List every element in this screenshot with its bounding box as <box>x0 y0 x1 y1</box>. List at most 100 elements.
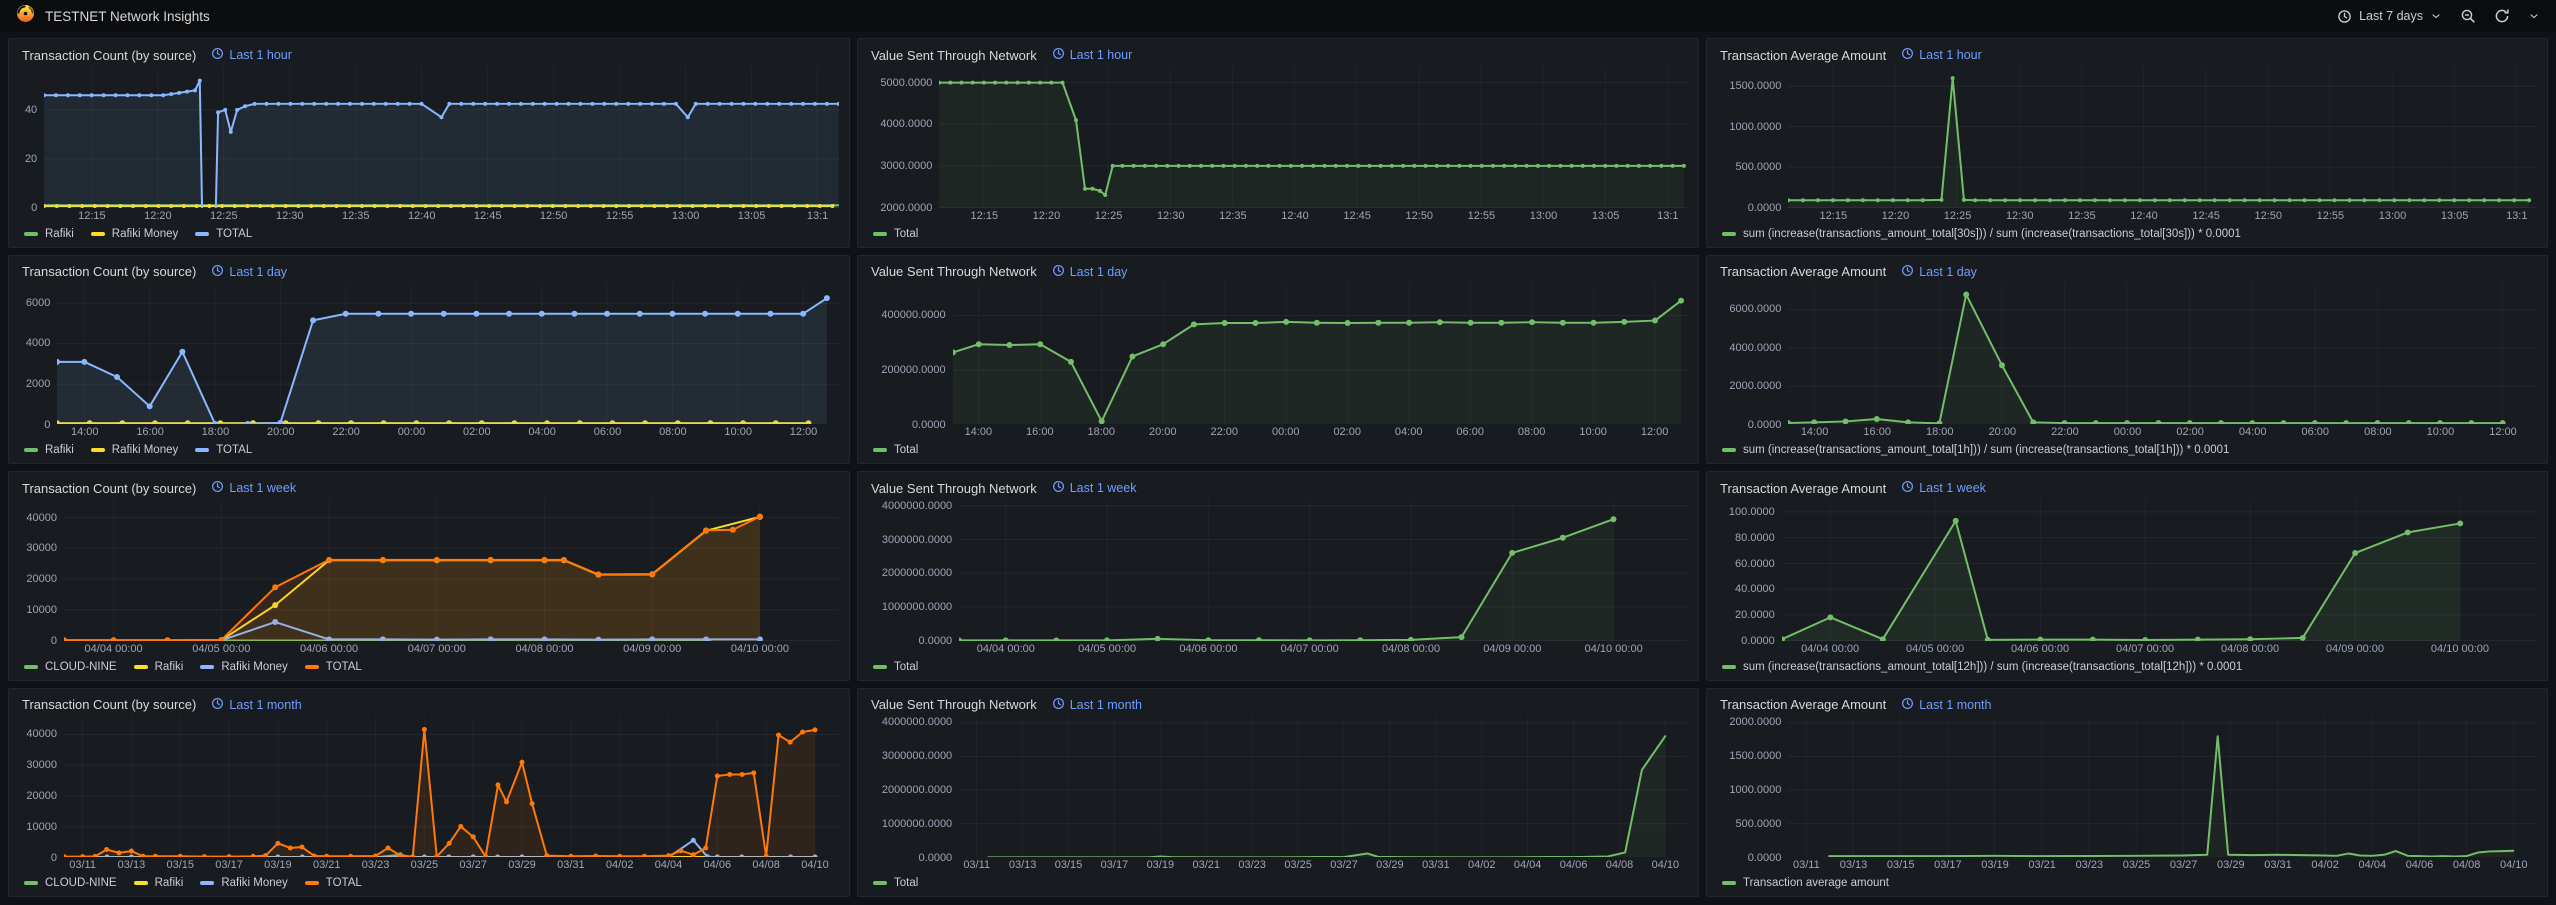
panel-title[interactable]: Transaction Average Amount <box>1720 481 1886 496</box>
y-axis: 400003000020000100000 <box>19 499 64 657</box>
x-axis: 14:0016:0018:0020:0022:0000:0002:0004:00… <box>1788 424 2537 440</box>
grafana-logo[interactable] <box>16 4 35 28</box>
time-range-picker[interactable]: Last 7 days <box>2337 9 2442 24</box>
legend-item[interactable]: Rafiki Money <box>200 661 287 673</box>
clock-icon <box>1901 480 1914 496</box>
clock-icon <box>1052 47 1065 63</box>
legend-item[interactable]: Rafiki <box>24 228 74 240</box>
panel-title[interactable]: Transaction Average Amount <box>1720 48 1886 63</box>
panel-title[interactable]: Transaction Count (by source) <box>22 481 196 496</box>
legend-swatch <box>1722 881 1736 885</box>
panel-title[interactable]: Value Sent Through Network <box>871 48 1037 63</box>
legend-item[interactable]: sum (increase(transactions_amount_total[… <box>1722 444 2229 456</box>
panel-title[interactable]: Transaction Count (by source) <box>22 264 196 279</box>
x-tick-label: 22:00 <box>1210 426 1238 438</box>
panel-header: Value Sent Through Network Last 1 hour <box>868 44 1688 66</box>
panel-time-label: Last 1 week <box>229 481 296 495</box>
x-tick-label: 12:00 <box>2489 426 2517 438</box>
time-series-chart[interactable] <box>64 716 839 858</box>
panel-title[interactable]: Value Sent Through Network <box>871 481 1037 496</box>
y-tick-label: 200000.0000 <box>881 364 945 376</box>
x-tick-label: 04/07 00:00 <box>1281 643 1339 655</box>
legend-item[interactable]: Rafiki Money <box>200 877 287 889</box>
panel-header: Transaction Average Amount Last 1 week <box>1717 477 2537 499</box>
time-series-chart[interactable] <box>953 283 1688 425</box>
x-tick-label: 04/07 00:00 <box>408 643 466 655</box>
legend-item[interactable]: Total <box>873 228 918 240</box>
legend-item[interactable]: TOTAL <box>195 444 252 456</box>
legend-item[interactable]: TOTAL <box>305 661 362 673</box>
refresh-button[interactable] <box>2494 8 2510 24</box>
header-controls: Last 7 days <box>2337 8 2540 24</box>
x-tick-label: 18:00 <box>202 426 230 438</box>
legend-item[interactable]: TOTAL <box>195 228 252 240</box>
x-tick-label: 20:00 <box>267 426 295 438</box>
panel-title[interactable]: Transaction Count (by source) <box>22 697 196 712</box>
legend-item[interactable]: Total <box>873 877 918 889</box>
y-tick-label: 20.0000 <box>1735 609 1775 621</box>
x-tick-label: 04/10 00:00 <box>731 643 789 655</box>
panel-title[interactable]: Transaction Average Amount <box>1720 264 1886 279</box>
panel-4: Transaction Count (by source) Last 1 day… <box>8 255 850 465</box>
y-tick-label: 0 <box>44 419 50 431</box>
legend-item[interactable]: Rafiki <box>134 877 184 889</box>
legend-swatch <box>873 448 887 452</box>
x-tick-label: 03/25 <box>411 859 439 871</box>
time-series-chart[interactable] <box>939 66 1688 208</box>
x-tick-label: 03/11 <box>69 859 96 871</box>
legend: Rafiki Rafiki Money TOTAL <box>19 440 839 460</box>
x-tick-label: 06:00 <box>2301 426 2329 438</box>
time-series-chart[interactable] <box>959 716 1688 858</box>
panel-title[interactable]: Transaction Count (by source) <box>22 48 196 63</box>
time-series-chart[interactable] <box>959 499 1688 641</box>
x-tick-label: 08:00 <box>2364 426 2392 438</box>
x-tick-label: 16:00 <box>136 426 164 438</box>
panel-title[interactable]: Transaction Average Amount <box>1720 697 1886 712</box>
legend-label: Rafiki Money <box>112 228 178 240</box>
time-series-chart[interactable] <box>57 283 839 425</box>
legend-label: Transaction average amount <box>1743 877 1889 889</box>
x-tick-label: 03/13 <box>118 859 146 871</box>
x-tick-label: 06:00 <box>594 426 622 438</box>
zoom-out-button[interactable] <box>2460 8 2476 24</box>
x-tick-label: 04/08 00:00 <box>1382 643 1440 655</box>
legend-item[interactable]: Rafiki <box>24 444 74 456</box>
time-series-chart[interactable] <box>1782 499 2537 641</box>
time-series-chart[interactable] <box>44 66 839 208</box>
x-tick-label: 02:00 <box>1333 426 1361 438</box>
time-series-chart[interactable] <box>1788 283 2537 425</box>
y-tick-label: 0.0000 <box>1748 202 1782 214</box>
legend-item[interactable]: CLOUD-NINE <box>24 877 117 889</box>
legend-item[interactable]: Rafiki <box>134 661 184 673</box>
legend-item[interactable]: TOTAL <box>305 877 362 889</box>
header-left: TESTNET Network Insights <box>16 4 210 28</box>
x-axis: 12:1512:2012:2512:3012:3512:4012:4512:50… <box>1788 208 2537 224</box>
panel-11: Value Sent Through Network Last 1 month … <box>857 688 1699 898</box>
panel-header: Transaction Count (by source) Last 1 mon… <box>19 694 839 716</box>
x-tick-label: 03/19 <box>1147 859 1175 871</box>
legend-item[interactable]: sum (increase(transactions_amount_total[… <box>1722 228 2241 240</box>
x-tick-label: 04/05 00:00 <box>1906 643 1964 655</box>
legend-item[interactable]: Rafiki Money <box>91 228 178 240</box>
clock-icon <box>1052 480 1065 496</box>
legend: Transaction average amount <box>1717 873 2537 893</box>
y-tick-label: 1500.0000 <box>1729 750 1781 762</box>
panel-title[interactable]: Value Sent Through Network <box>871 697 1037 712</box>
time-series-chart[interactable] <box>64 499 839 641</box>
y-tick-label: 1000000.0000 <box>882 601 952 613</box>
y-tick-label: 30000 <box>26 542 57 554</box>
legend-item[interactable]: Rafiki Money <box>91 444 178 456</box>
refresh-interval-dropdown[interactable] <box>2528 10 2540 22</box>
panel-time-override: Last 1 month <box>1901 697 1991 713</box>
legend-item[interactable]: Total <box>873 444 918 456</box>
time-series-chart[interactable] <box>1788 716 2537 858</box>
legend-item[interactable]: Total <box>873 661 918 673</box>
panel-title[interactable]: Value Sent Through Network <box>871 264 1037 279</box>
legend-item[interactable]: sum (increase(transactions_amount_total[… <box>1722 661 2242 673</box>
legend-label: Rafiki Money <box>221 877 287 889</box>
time-series-chart[interactable] <box>1788 66 2537 208</box>
legend-item[interactable]: CLOUD-NINE <box>24 661 117 673</box>
legend-label: CLOUD-NINE <box>45 661 117 673</box>
y-axis: 100.000080.000060.000040.000020.00000.00… <box>1717 499 1782 657</box>
legend-item[interactable]: Transaction average amount <box>1722 877 1889 889</box>
